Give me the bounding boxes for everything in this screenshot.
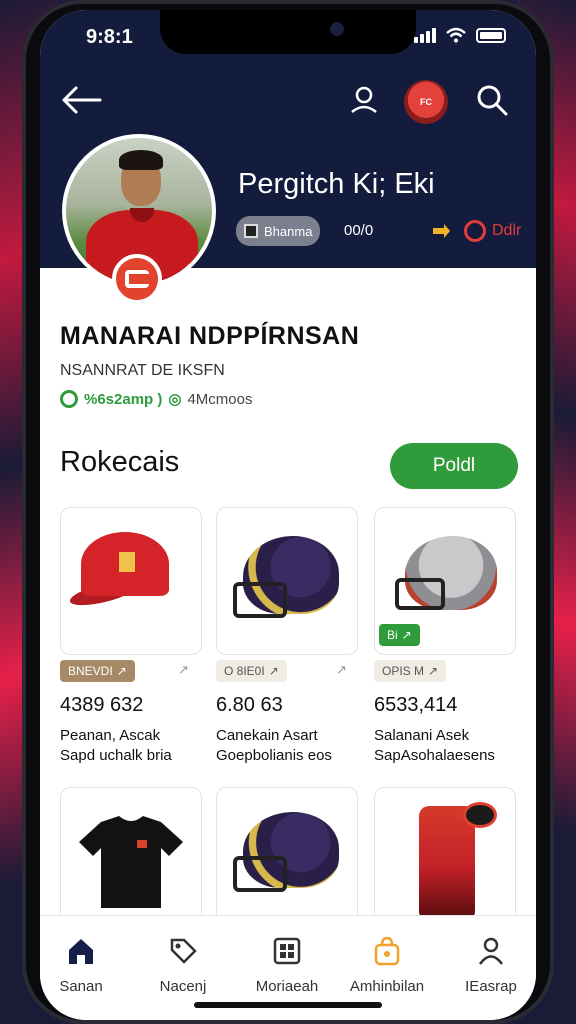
share-icon[interactable]: ↗ [336, 662, 350, 677]
notch [160, 10, 416, 54]
nav-profile[interactable]: IEasrap [446, 936, 536, 995]
user-icon [351, 86, 377, 113]
share-icon[interactable]: ↗ [178, 662, 192, 677]
header-actions: Ddlr [432, 220, 521, 242]
status-time: 9:8:1 [86, 26, 133, 48]
person-icon [478, 937, 504, 965]
send-icon[interactable] [432, 224, 450, 238]
product-card-tshirt[interactable] [60, 787, 202, 927]
product-tag: O 8IE0I ↗ [216, 660, 287, 682]
cap-icon [61, 508, 201, 654]
stat-value: 00/0 [344, 222, 374, 239]
club-logo-icon [112, 254, 162, 304]
wifi-icon [446, 27, 466, 43]
product-name: Salanani Asek [374, 727, 470, 744]
home-icon [69, 939, 93, 964]
follow-button[interactable]: Ddlr [464, 220, 521, 242]
store-meta-a: %6s2amp ) [84, 390, 163, 408]
product-card-cap[interactable] [60, 507, 202, 655]
product-card-helmet-silver[interactable]: Bi ↗ [374, 507, 516, 655]
account-button[interactable] [346, 82, 382, 118]
club-badge-text: FC [420, 97, 432, 107]
product-price: 6533,414 [374, 694, 458, 716]
product-tag: BNEVDI ↗ [60, 660, 135, 682]
nav-bag[interactable]: Amhinbilan [342, 936, 432, 995]
product-name-2: Goepbolianis eos [216, 747, 332, 764]
stat-pill-label: Bhanma [264, 223, 313, 239]
player-name: Pergitch Ki; Eki [238, 168, 435, 200]
camera-icon [330, 22, 344, 36]
nav-label: Sanan [59, 978, 103, 995]
stat-pill[interactable]: Bhanma [236, 216, 321, 246]
jersey-icon [375, 788, 515, 926]
battery-icon [476, 27, 506, 43]
product-card-helmet[interactable] [216, 507, 358, 655]
follow-label: Ddlr [492, 222, 522, 239]
product-name: Canekain Asart [216, 727, 318, 744]
home-indicator[interactable] [194, 1002, 382, 1008]
nav-tags[interactable]: Nacenj [138, 936, 228, 995]
product-name: Peanan, Ascak [60, 727, 161, 744]
store-meta-c: 4Mcmoos [187, 390, 253, 408]
status-icons [414, 27, 506, 43]
store-meta: %6s2amp ) ◎ 4Mcmoos [60, 390, 253, 408]
helmet-icon [217, 508, 357, 654]
section-cta-button[interactable]: Poldl [390, 443, 518, 489]
nav-label: Moriaeah [255, 978, 319, 995]
grid-icon [273, 937, 301, 965]
section-title: Rokecais [60, 446, 180, 478]
search-button[interactable] [474, 82, 510, 118]
product-card-jersey[interactable] [374, 787, 516, 927]
back-button[interactable] [58, 80, 104, 120]
bag-icon [374, 936, 400, 966]
store-title: MANARAI NDPPÍRNSAN [60, 322, 360, 350]
check-circle-icon [60, 390, 78, 408]
product-name-2: SapAsohalaesens [374, 747, 495, 764]
arrow-left-icon [62, 86, 102, 114]
app-screen: 9:8:1 FC Pergitch Ki; Eki Bhanma 00/0 Dd… [40, 10, 536, 1020]
product-name-2: Sapd uchalk bria [60, 747, 172, 764]
tag-icon [170, 938, 197, 964]
club-badge-button[interactable]: FC [404, 80, 448, 124]
signal-icon [414, 27, 436, 43]
search-icon [477, 85, 508, 116]
product-price: 4389 632 [60, 694, 144, 716]
nav-home[interactable]: Sanan [40, 936, 126, 995]
product-card-helmet-2[interactable] [216, 787, 358, 927]
qr-icon [244, 224, 258, 238]
product-price: 6.80 63 [216, 694, 283, 716]
nav-label: Nacenj [159, 978, 207, 995]
nav-grid[interactable]: Moriaeah [242, 936, 332, 995]
product-tag: OPIS M ↗ [374, 660, 447, 682]
store-meta-b: ◎ [168, 391, 182, 408]
store-subtitle: NSANNRAT DE IKSFN [60, 362, 225, 379]
top-bar: FC [40, 80, 536, 124]
follow-icon [464, 220, 486, 242]
nav-label: Amhinbilan [349, 978, 425, 995]
helmet-icon [217, 788, 357, 926]
tshirt-icon [61, 788, 201, 926]
product-overlay-tag: Bi ↗ [379, 624, 420, 646]
nav-label: IEasrap [465, 978, 517, 995]
